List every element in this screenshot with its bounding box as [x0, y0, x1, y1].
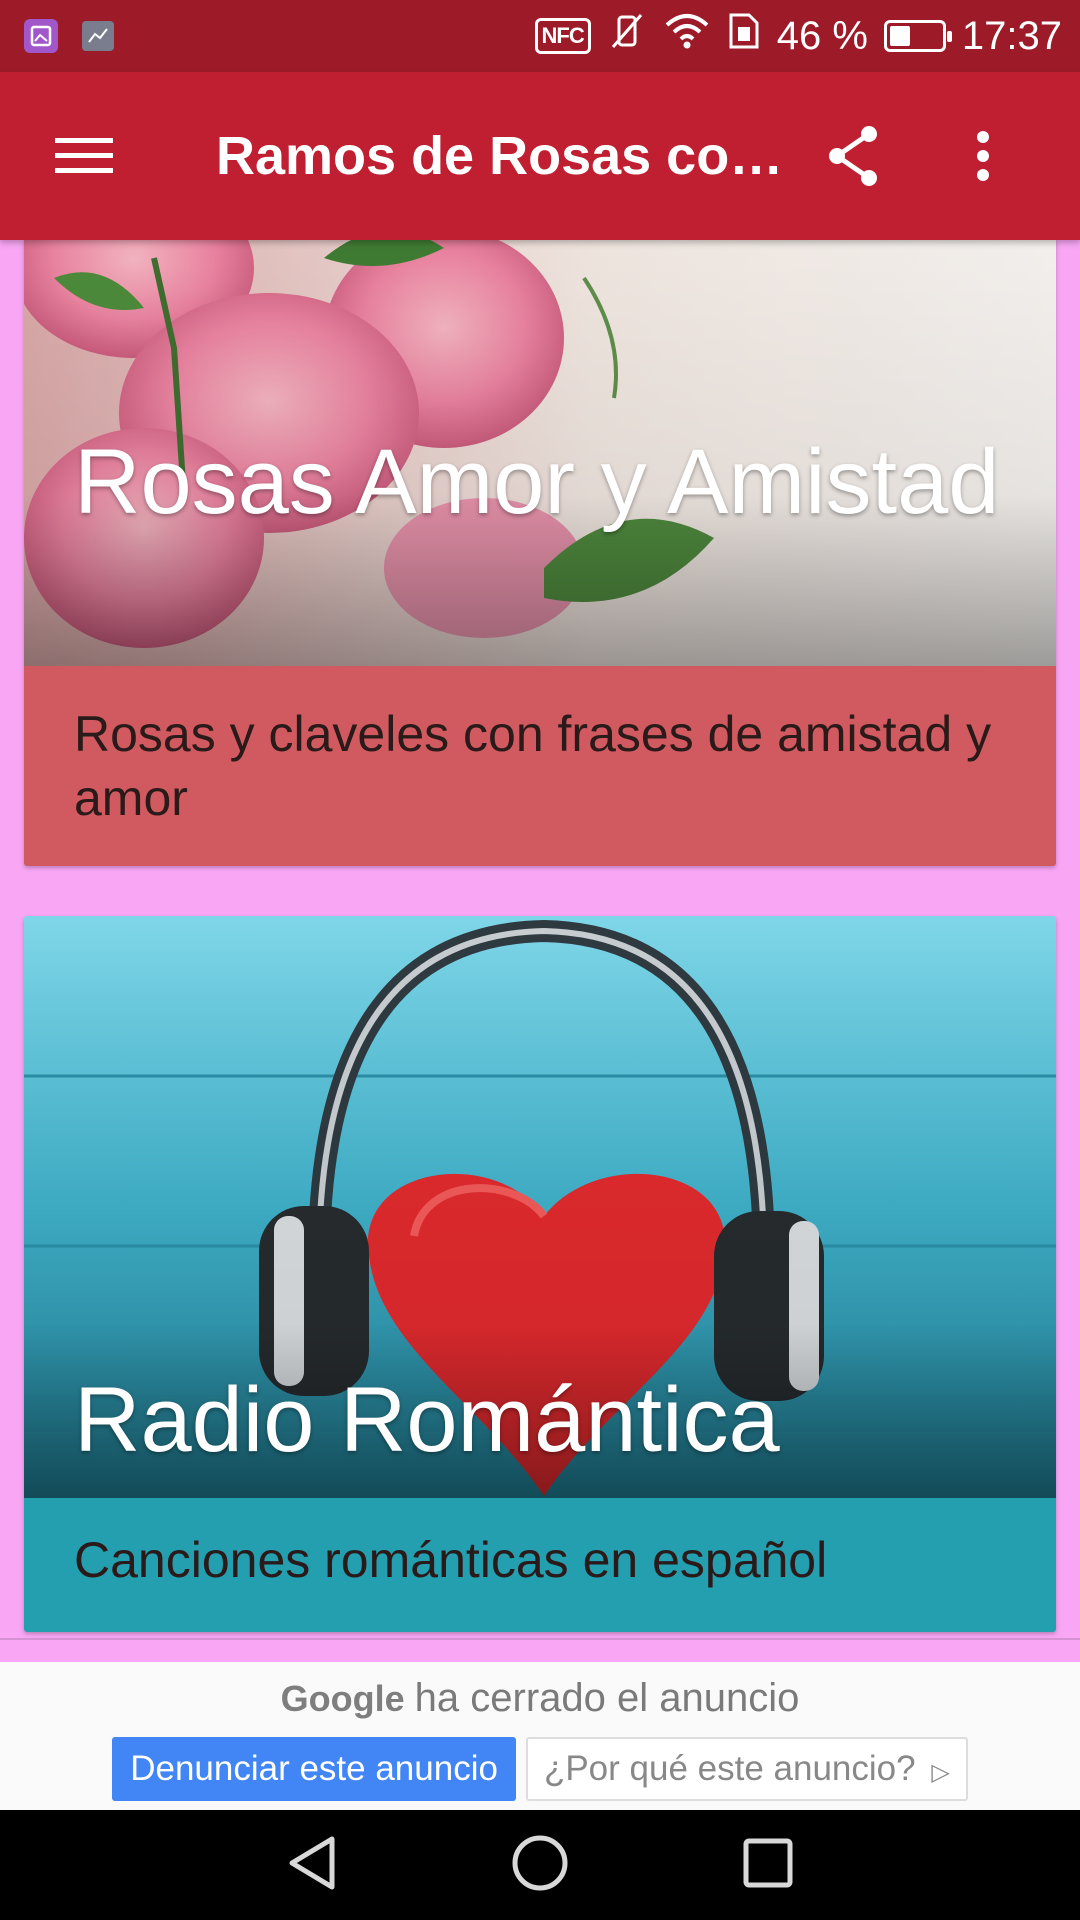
- status-right: NFC 46 % 17:37: [534, 11, 1062, 61]
- heart-headphones-image: Radio Romántica: [24, 916, 1056, 1498]
- card-title: Rosas Amor y Amistad: [74, 431, 1000, 533]
- wifi-icon: [663, 11, 711, 61]
- back-icon[interactable]: [286, 1835, 338, 1896]
- ad-buttons: Denunciar este anuncio ¿Por qué este anu…: [0, 1737, 1080, 1801]
- card-list: Rosas Amor y Amistad Rosas y claveles co…: [0, 240, 1080, 1662]
- card-description: Canciones románticas en español: [24, 1498, 1056, 1632]
- battery-percent: 46 %: [776, 13, 868, 58]
- card-title: Radio Romántica: [74, 1369, 780, 1471]
- nfc-icon: NFC: [534, 18, 591, 54]
- navigation-bar: [0, 1810, 1080, 1920]
- app-bar: Ramos de Rosas co…: [0, 72, 1080, 240]
- battery-fill: [889, 26, 910, 46]
- share-icon[interactable]: [788, 72, 918, 240]
- card-rosas-amor[interactable]: Rosas Amor y Amistad Rosas y claveles co…: [24, 240, 1056, 866]
- hamburger-menu-icon[interactable]: [0, 72, 168, 240]
- card-description: Rosas y claveles con frases de amistad y…: [24, 666, 1056, 866]
- ad-closed-banner: Google ha cerrado el anuncio Denunciar es…: [0, 1662, 1080, 1810]
- adchoices-icon: ▷: [931, 1759, 950, 1786]
- card-radio-romantica[interactable]: Radio Romántica Canciones románticas en …: [24, 916, 1056, 1632]
- status-left: [24, 19, 114, 53]
- pink-roses-image: Rosas Amor y Amistad: [24, 240, 1056, 666]
- home-icon[interactable]: [510, 1833, 570, 1898]
- recents-icon[interactable]: [742, 1837, 794, 1894]
- vibrate-off-icon: [607, 11, 647, 61]
- ad-message-row: Google ha cerrado el anuncio: [0, 1662, 1080, 1721]
- ad-message: ha cerrado el anuncio: [414, 1676, 800, 1720]
- chart-icon: [82, 21, 114, 51]
- sim-icon: [727, 11, 761, 61]
- report-ad-button[interactable]: Denunciar este anuncio: [112, 1737, 516, 1801]
- why-this-ad-button[interactable]: ¿Por qué este anuncio? ▷: [525, 1737, 968, 1801]
- why-this-ad-label: ¿Por qué este anuncio?: [543, 1749, 916, 1788]
- battery-icon: [883, 20, 952, 52]
- app-title: Ramos de Rosas co…: [216, 126, 784, 186]
- clock: 17:37: [961, 13, 1062, 58]
- status-bar: NFC 46 % 17:37: [0, 0, 1080, 72]
- divider: [0, 1638, 1080, 1640]
- overflow-menu-icon[interactable]: [918, 72, 1048, 240]
- gallery-icon: [24, 19, 58, 53]
- google-logo: Google: [280, 1678, 405, 1719]
